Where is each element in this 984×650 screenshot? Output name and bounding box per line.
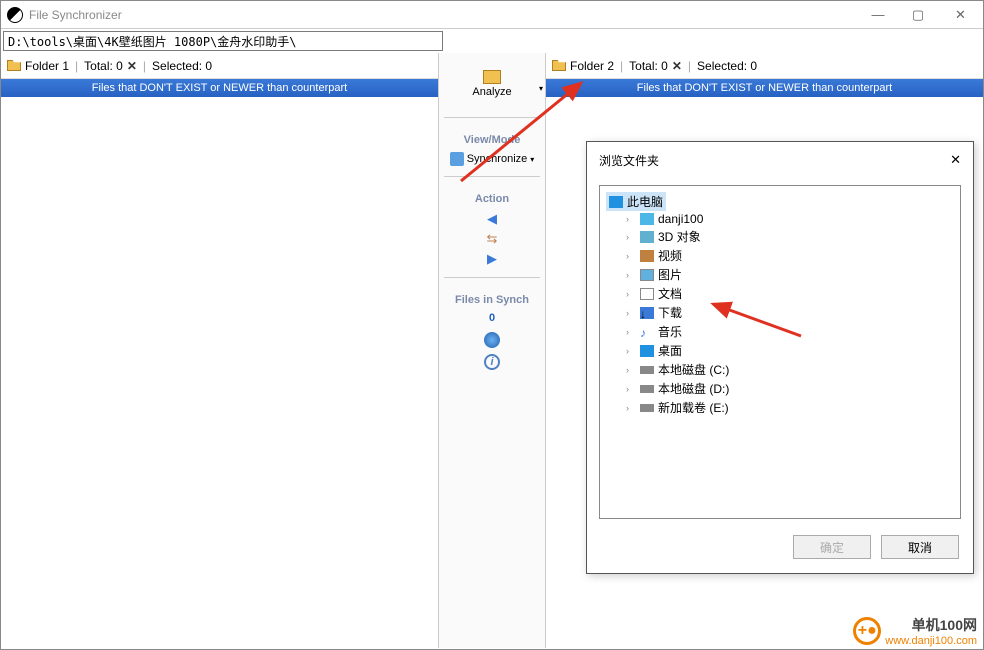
right-filter-band: Files that DON'T EXIST or NEWER than cou… <box>546 79 983 97</box>
copy-both-button[interactable]: ⇆ <box>487 231 498 247</box>
video-icon <box>640 250 654 262</box>
downloads-icon: ↓ <box>640 307 654 319</box>
center-toolbar: Analyze ▾ View/Mode Synchronize ▾ Action… <box>438 53 546 648</box>
close-button[interactable]: ✕ <box>938 1 983 29</box>
tree-item[interactable]: ›↓下载 <box>606 303 954 322</box>
chevron-down-icon[interactable]: ▾ <box>530 155 534 164</box>
folder1-label: Folder 1 <box>25 59 69 73</box>
tree-item[interactable]: ›文档 <box>606 284 954 303</box>
folder2-label: Folder 2 <box>570 59 614 73</box>
pc-icon <box>609 196 623 208</box>
folder-icon <box>640 213 654 225</box>
app-icon <box>7 7 23 23</box>
folder2-total: Total: 0 <box>629 59 668 73</box>
clear-folder1-button[interactable]: ✕ <box>127 59 137 73</box>
desktop-icon <box>640 345 654 357</box>
watermark-url: www.danji100.com <box>885 635 977 647</box>
documents-icon <box>640 288 654 300</box>
copy-left-button[interactable]: ◀ <box>487 211 497 227</box>
clear-folder2-button[interactable]: ✕ <box>672 59 682 73</box>
action-label: Action <box>475 193 509 205</box>
files-in-synch-label: Files in Synch <box>455 294 529 306</box>
analyze-icon <box>483 70 501 84</box>
dialog-buttons: 确定 取消 <box>587 525 973 573</box>
ok-button[interactable]: 确定 <box>793 535 871 559</box>
analyze-button[interactable]: Analyze ▾ <box>447 59 537 109</box>
tree-item[interactable]: ›视频 <box>606 246 954 265</box>
browse-folder-dialog: 浏览文件夹 ✕ 此电脑 ›danji100 ›3D 对象 ›视频 ›图片 ›文档… <box>586 141 974 574</box>
tree-item[interactable]: ›图片 <box>606 265 954 284</box>
left-panel: Folder 1 | Total: 0 ✕ | Selected: 0 File… <box>1 53 438 648</box>
folder1-selected: Selected: 0 <box>152 59 212 73</box>
tree-item[interactable]: ›新加载卷 (E:) <box>606 398 954 417</box>
left-panel-header: Folder 1 | Total: 0 ✕ | Selected: 0 <box>1 53 438 79</box>
tree-item[interactable]: ›danji100 <box>606 211 954 227</box>
music-icon: ♪ <box>640 326 654 338</box>
folder2-selected: Selected: 0 <box>697 59 757 73</box>
watermark-brand: 单机100网 <box>885 615 977 635</box>
tree-item[interactable]: ›本地磁盘 (D:) <box>606 379 954 398</box>
pictures-icon <box>640 269 654 281</box>
tree-item[interactable]: ›3D 对象 <box>606 227 954 246</box>
tree-item[interactable]: ›♪音乐 <box>606 322 954 341</box>
folder1-total: Total: 0 <box>84 59 123 73</box>
minimize-button[interactable]: — <box>858 1 898 29</box>
folder-tree[interactable]: 此电脑 ›danji100 ›3D 对象 ›视频 ›图片 ›文档 ›↓下载 ›♪… <box>599 185 961 519</box>
dialog-titlebar: 浏览文件夹 ✕ <box>587 142 973 175</box>
titlebar: File Synchronizer — ▢ ✕ <box>1 1 983 29</box>
3d-icon <box>640 231 654 243</box>
maximize-button[interactable]: ▢ <box>898 1 938 29</box>
watermark: +● 单机100网 www.danji100.com <box>853 615 977 647</box>
chevron-down-icon[interactable]: ▾ <box>539 84 543 93</box>
copy-right-button[interactable]: ▶ <box>487 251 497 267</box>
left-file-list[interactable] <box>1 97 438 648</box>
globe-icon[interactable] <box>484 332 500 348</box>
path-input[interactable] <box>3 31 443 51</box>
tree-item[interactable]: ›桌面 <box>606 341 954 360</box>
dialog-title: 浏览文件夹 <box>599 152 659 169</box>
synchronize-button[interactable]: Synchronize ▾ <box>444 150 541 168</box>
tree-item[interactable]: ›本地磁盘 (C:) <box>606 360 954 379</box>
info-icon[interactable]: i <box>484 354 500 370</box>
watermark-logo-icon: +● <box>853 617 881 645</box>
right-panel-header: Folder 2 | Total: 0 ✕ | Selected: 0 <box>546 53 983 79</box>
sync-icon <box>450 152 464 166</box>
folder-icon[interactable] <box>552 60 566 71</box>
cancel-button[interactable]: 取消 <box>881 535 959 559</box>
disk-icon <box>640 366 654 374</box>
dialog-close-button[interactable]: ✕ <box>950 152 961 169</box>
tree-root-this-pc[interactable]: 此电脑 <box>606 192 666 211</box>
folder-icon[interactable] <box>7 60 21 71</box>
left-filter-band: Files that DON'T EXIST or NEWER than cou… <box>1 79 438 97</box>
view-mode-label: View/Mode <box>464 134 521 146</box>
disk-icon <box>640 404 654 412</box>
disk-icon <box>640 385 654 393</box>
window-title: File Synchronizer <box>29 8 858 22</box>
synch-count: 0 <box>489 312 495 324</box>
